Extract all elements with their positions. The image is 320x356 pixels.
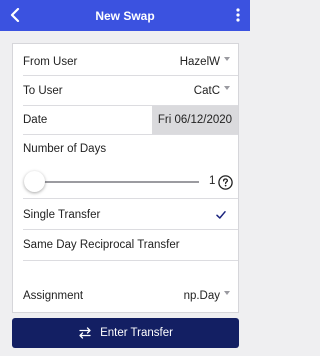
- date-row: Date Fri 06/12/2020: [13, 106, 238, 134]
- assignment-label: Assignment: [23, 290, 84, 302]
- number-of-days-row: Number of Days: [13, 135, 238, 163]
- from-user-value: HazelW: [179, 55, 220, 68]
- from-user-select[interactable]: From User HazelW: [13, 48, 238, 75]
- enter-transfer-button[interactable]: Enter Transfer: [12, 318, 239, 348]
- checkmark-icon: [216, 211, 226, 219]
- more-vertical-icon: [236, 8, 240, 22]
- app-bar: New Swap: [0, 0, 250, 31]
- single-transfer-option[interactable]: Single Transfer: [13, 201, 238, 229]
- enter-transfer-label: Enter Transfer: [100, 327, 173, 339]
- back-button[interactable]: [4, 4, 26, 26]
- caret-down-icon: [224, 85, 230, 90]
- question-circle-icon[interactable]: [218, 175, 233, 190]
- page-title: New Swap: [95, 8, 155, 23]
- assignment-value: np.Day: [183, 290, 220, 302]
- from-user-label: From User: [23, 55, 78, 68]
- chevron-left-icon: [10, 8, 20, 22]
- days-slider-thumb[interactable]: [24, 171, 45, 192]
- to-user-value: CatC: [193, 84, 220, 97]
- caret-down-icon: [224, 56, 230, 61]
- single-transfer-label: Single Transfer: [23, 209, 101, 221]
- same-day-reciprocal-option[interactable]: Same Day Reciprocal Transfer: [13, 230, 238, 260]
- swap-form-card: From User HazelW To User CatC Date Fri 0…: [12, 43, 239, 313]
- assignment-select[interactable]: Assignment np.Day: [13, 282, 238, 310]
- swap-arrows-icon: [79, 327, 91, 339]
- to-user-label: To User: [23, 84, 63, 97]
- date-label: Date: [23, 114, 48, 126]
- days-value: 1: [209, 175, 216, 187]
- date-value: Fri 06/12/2020: [157, 114, 233, 126]
- divider: [23, 260, 238, 261]
- same-day-reciprocal-label: Same Day Reciprocal Transfer: [23, 239, 180, 251]
- date-picker[interactable]: Fri 06/12/2020: [152, 106, 238, 134]
- to-user-select[interactable]: To User CatC: [13, 76, 238, 105]
- number-of-days-label: Number of Days: [23, 143, 107, 155]
- more-menu-button[interactable]: [230, 4, 246, 26]
- caret-down-icon: [224, 291, 230, 295]
- days-slider-track[interactable]: [35, 181, 199, 183]
- divider: [23, 198, 238, 199]
